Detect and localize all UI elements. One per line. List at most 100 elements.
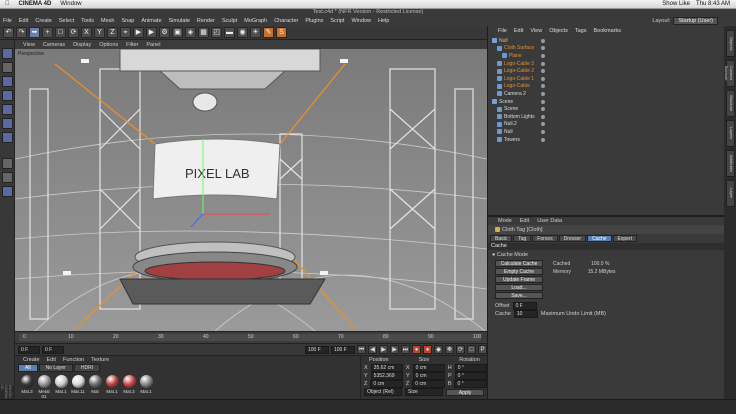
polygons-mode-icon[interactable] xyxy=(2,132,13,143)
side-tab[interactable]: Structure xyxy=(726,90,735,117)
menu-animate[interactable]: Animate xyxy=(141,18,161,24)
visibility-dot-icon[interactable] xyxy=(541,129,545,134)
position-field[interactable]: 0 cm xyxy=(370,380,403,388)
visibility-dot-icon[interactable] xyxy=(541,53,545,58)
menu-help[interactable]: Help xyxy=(378,18,389,24)
workplane-icon[interactable] xyxy=(2,90,13,101)
material-menu-function[interactable]: Function xyxy=(63,357,84,363)
object-row[interactable]: Bottom Lights xyxy=(488,113,724,121)
rotation-field[interactable]: 0 ° xyxy=(454,380,488,388)
record-icon[interactable]: ● xyxy=(412,345,421,354)
menu-mesh[interactable]: Mesh xyxy=(101,18,114,24)
end-frame-field[interactable]: 100 F xyxy=(305,345,329,354)
deformer-icon[interactable]: ◰ xyxy=(211,27,222,38)
visibility-dot-icon[interactable] xyxy=(541,84,545,89)
menu-file[interactable]: File xyxy=(3,18,12,24)
attribute-menu-item[interactable]: User Data xyxy=(537,218,562,224)
visibility-dot-icon[interactable] xyxy=(541,38,545,43)
size-mode-dropdown[interactable]: Size xyxy=(405,388,443,396)
object-row[interactable]: Towers xyxy=(488,136,724,144)
scale-tool-icon[interactable]: □ xyxy=(55,27,66,38)
undo-icon[interactable]: ↶ xyxy=(3,27,14,38)
visibility-dot-icon[interactable] xyxy=(541,122,545,127)
attribute-tab-expert[interactable]: Expert xyxy=(612,235,637,242)
rotation-field[interactable]: 0 ° xyxy=(454,372,487,380)
visibility-dot-icon[interactable] xyxy=(541,69,545,74)
model-mode-icon[interactable] xyxy=(2,62,13,73)
texture-mode-icon[interactable] xyxy=(2,76,13,87)
visibility-dot-icon[interactable] xyxy=(541,61,545,66)
attribute-tab-dresser[interactable]: Dresser xyxy=(558,235,587,242)
object-row[interactable]: Null.2 xyxy=(488,121,724,129)
scale-key-icon[interactable]: □ xyxy=(467,345,476,354)
material-menu-create[interactable]: Create xyxy=(23,357,40,363)
app-menu[interactable]: CINEMA 4D xyxy=(19,1,52,7)
tweak-mode-icon[interactable] xyxy=(2,172,13,183)
move-tool-icon[interactable]: + xyxy=(42,27,53,38)
cache-button[interactable]: Update Frame xyxy=(495,276,543,283)
window-menu[interactable]: Window xyxy=(60,1,81,7)
cache-button[interactable]: Save... xyxy=(495,292,543,299)
menu-snap[interactable]: Snap xyxy=(121,18,134,24)
visibility-dot-icon[interactable] xyxy=(541,99,545,104)
axis-mode-icon[interactable] xyxy=(2,158,13,169)
select-tool-icon[interactable]: ➥ xyxy=(29,27,40,38)
object-menu-tags[interactable]: Tags xyxy=(575,28,587,34)
material-menu-edit[interactable]: Edit xyxy=(47,357,56,363)
max-frame-field[interactable]: 100 F xyxy=(331,345,355,354)
object-row[interactable]: Null xyxy=(488,128,724,136)
make-editable-icon[interactable] xyxy=(2,48,13,59)
attribute-menu-item[interactable]: Mode xyxy=(498,218,512,224)
material-menu-texture[interactable]: Texture xyxy=(91,357,109,363)
object-row[interactable]: Scene xyxy=(488,105,724,113)
menu-simulate[interactable]: Simulate xyxy=(169,18,190,24)
start-frame-field[interactable]: 0 F xyxy=(18,345,40,354)
rotation-key-icon[interactable]: ⟳ xyxy=(456,345,465,354)
go-to-end-icon[interactable]: ⏭ xyxy=(401,345,410,354)
material-item[interactable]: Mat xyxy=(88,375,102,399)
cache-button[interactable]: Empty Cache xyxy=(495,268,543,275)
menu-window[interactable]: Window xyxy=(351,18,371,24)
menu-character[interactable]: Character xyxy=(274,18,298,24)
visibility-dot-icon[interactable] xyxy=(541,91,545,96)
visibility-dot-icon[interactable] xyxy=(541,114,545,119)
size-field[interactable]: 0 cm xyxy=(412,372,445,380)
viewport-menu-display[interactable]: Display xyxy=(73,42,91,48)
position-field[interactable]: 35.62 cm xyxy=(370,364,403,372)
menu-mograph[interactable]: MoGraph xyxy=(244,18,267,24)
object-row[interactable]: Null xyxy=(488,37,724,45)
rotate-tool-icon[interactable]: ⟳ xyxy=(68,27,79,38)
viewport-menu-options[interactable]: Options xyxy=(99,42,118,48)
redo-icon[interactable]: ↷ xyxy=(16,27,27,38)
object-menu-bookmarks[interactable]: Bookmarks xyxy=(593,28,621,34)
side-tab[interactable]: Attributes xyxy=(726,150,735,177)
menu-select[interactable]: Select xyxy=(59,18,74,24)
attribute-tab-tag[interactable]: Tag xyxy=(513,235,532,242)
position-key-icon[interactable]: ✥ xyxy=(445,345,454,354)
material-tab[interactable]: No Layer xyxy=(38,364,73,372)
render-settings-icon[interactable]: ⚙ xyxy=(159,27,170,38)
layout-dropdown[interactable]: Startup (User) xyxy=(673,17,718,25)
side-tab[interactable]: Layers xyxy=(726,120,735,147)
visibility-dot-icon[interactable] xyxy=(541,107,545,112)
coord-system-icon[interactable]: ⌖ xyxy=(120,27,131,38)
attribute-tab-forces[interactable]: Forces xyxy=(532,235,558,242)
cache-mode-row[interactable]: ● Cache Mode xyxy=(488,250,724,260)
points-mode-icon[interactable] xyxy=(2,104,13,115)
material-tab[interactable]: HDRI xyxy=(73,364,101,372)
edges-mode-icon[interactable] xyxy=(2,118,13,129)
menu-plugins[interactable]: Plugins xyxy=(305,18,323,24)
attribute-menu-item[interactable]: Edit xyxy=(520,218,529,224)
viewport-menu-panel[interactable]: Panel xyxy=(146,42,160,48)
menu-sculpt[interactable]: Sculpt xyxy=(222,18,237,24)
apple-icon[interactable]:  xyxy=(5,1,10,7)
menu-edit[interactable]: Edit xyxy=(19,18,28,24)
psr-icon[interactable]: S xyxy=(276,27,287,38)
object-menu-view[interactable]: View xyxy=(530,28,542,34)
side-tab[interactable]: Content Browser xyxy=(724,60,735,87)
object-row[interactable]: Scene xyxy=(488,98,724,106)
material-item[interactable]: Mat.1 xyxy=(105,375,119,399)
light-icon[interactable]: ☀ xyxy=(250,27,261,38)
object-row[interactable]: Cloth Surface xyxy=(488,45,724,53)
keyframe-icon[interactable]: ◆ xyxy=(434,345,443,354)
